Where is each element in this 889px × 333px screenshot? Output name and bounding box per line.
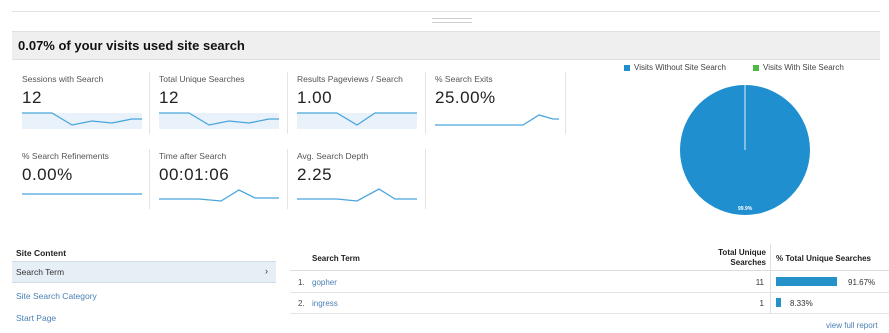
- pct-bar: [776, 277, 837, 286]
- site-content-label: Search Term: [16, 267, 65, 277]
- row-count: 11: [755, 278, 764, 287]
- metric-results-pageviews[interactable]: Results Pageviews / Search 1.00: [291, 72, 419, 130]
- table-header: Search Term Total Unique Searches % Tota…: [290, 244, 889, 271]
- sparkline: [435, 114, 559, 126]
- metric-time-after-search[interactable]: Time after Search 00:01:06: [153, 149, 281, 207]
- chevron-right-icon: ›: [265, 266, 268, 276]
- metric-label: % Search Refinements: [22, 151, 109, 161]
- column-pct-total[interactable]: % Total Unique Searches: [776, 254, 871, 263]
- site-content-heading: Site Content: [16, 248, 67, 258]
- metric-label: Sessions with Search: [22, 74, 104, 84]
- legend-item-without-search: Visits Without Site Search: [624, 63, 726, 72]
- metric-divider: [565, 72, 566, 134]
- legend-label: Visits Without Site Search: [634, 63, 726, 72]
- resize-handle[interactable]: [432, 18, 472, 23]
- metric-divider: [287, 72, 288, 134]
- row-number: 2.: [298, 299, 305, 308]
- metric-divider: [149, 72, 150, 134]
- site-content-link-category[interactable]: Site Search Category: [16, 291, 97, 301]
- row-count: 1: [759, 299, 764, 308]
- metric-divider: [425, 149, 426, 209]
- metric-label: Results Pageviews / Search: [297, 74, 403, 84]
- legend-item-with-search: Visits With Site Search: [753, 63, 844, 72]
- sparkline: [297, 188, 417, 202]
- site-content-item-search-term[interactable]: Search Term ›: [12, 261, 276, 283]
- metric-avg-search-depth[interactable]: Avg. Search Depth 2.25: [291, 149, 419, 207]
- summary-title-bar: 0.07% of your visits used site search: [12, 31, 880, 60]
- sparkline: [159, 189, 279, 202]
- column-total-unique-searches[interactable]: Total Unique Searches: [702, 248, 766, 268]
- column-label-line: Total Unique: [718, 248, 766, 257]
- search-term-link[interactable]: gopher: [312, 278, 337, 287]
- sparkline: [22, 112, 142, 129]
- metric-label: % Search Exits: [435, 74, 493, 84]
- metric-search-refinements[interactable]: % Search Refinements 0.00%: [16, 149, 144, 207]
- metric-label: Total Unique Searches: [159, 74, 245, 84]
- metric-divider: [287, 149, 288, 209]
- site-content-link-start-page[interactable]: Start Page: [16, 313, 56, 323]
- metric-search-exits[interactable]: % Search Exits 25.00%: [429, 72, 559, 130]
- summary-title: 0.07% of your visits used site search: [18, 38, 245, 53]
- sparkline: [159, 112, 279, 129]
- pie-slice-label: 99.9%: [738, 206, 753, 212]
- metric-label: Avg. Search Depth: [297, 151, 369, 161]
- view-full-report-link[interactable]: view full report: [826, 321, 878, 330]
- metric-sessions-with-search[interactable]: Sessions with Search 12: [16, 72, 144, 130]
- table-row: 1. gopher 11 91.67%: [290, 272, 889, 293]
- site-search-pie-chart[interactable]: [679, 84, 811, 216]
- row-number: 1.: [298, 278, 305, 287]
- legend-swatch: [753, 64, 759, 71]
- legend-swatch: [624, 64, 630, 71]
- metric-label: Time after Search: [159, 151, 227, 161]
- row-pct: 91.67%: [848, 278, 876, 287]
- metric-divider: [425, 72, 426, 134]
- metric-total-unique-searches[interactable]: Total Unique Searches 12: [153, 72, 281, 130]
- row-pct: 8.33%: [790, 299, 813, 308]
- metric-divider: [149, 149, 150, 209]
- search-term-link[interactable]: ingress: [312, 299, 338, 308]
- legend-label: Visits With Site Search: [763, 63, 844, 72]
- sparkline: [297, 112, 417, 129]
- column-search-term[interactable]: Search Term: [312, 254, 360, 263]
- column-label-line: Searches: [730, 258, 766, 267]
- pct-bar: [776, 298, 781, 307]
- table-row: 2. ingress 1 8.33%: [290, 293, 889, 314]
- sparkline: [22, 193, 142, 195]
